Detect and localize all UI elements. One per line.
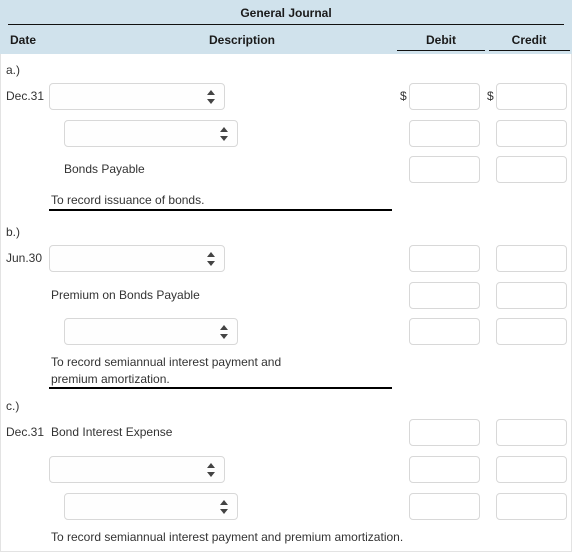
column-header-credit: Credit [511, 33, 547, 47]
credit-input[interactable] [496, 83, 567, 110]
page-title: General Journal [240, 6, 332, 20]
account-name: Bonds Payable [64, 162, 145, 176]
credit-input[interactable] [496, 245, 567, 272]
account-select[interactable] [64, 318, 238, 345]
credit-input[interactable] [496, 493, 567, 520]
account-select[interactable] [64, 120, 238, 147]
account-name: Bond Interest Expense [51, 425, 173, 439]
debit-input[interactable] [409, 156, 480, 183]
account-select[interactable] [64, 493, 238, 520]
chevron-updown-icon [207, 251, 216, 266]
entry-memo: To record issuance of bonds. [51, 193, 205, 207]
general-journal-table: General Journal Date Description Debit C… [0, 0, 572, 552]
account-select[interactable] [49, 456, 225, 483]
entry-date: Jun.30 [6, 251, 43, 265]
chevron-updown-icon [207, 89, 216, 104]
entry-date: Dec.31 [6, 425, 45, 439]
account-name: Premium on Bonds Payable [51, 288, 200, 302]
column-header-debit: Debit [426, 33, 456, 47]
debit-input[interactable] [409, 318, 480, 345]
credit-input[interactable] [496, 120, 567, 147]
chevron-updown-icon [220, 126, 229, 141]
credit-input[interactable] [496, 419, 567, 446]
chevron-updown-icon [220, 499, 229, 514]
debit-currency-symbol: $ [400, 89, 407, 103]
entry-group-label-a: a.) [6, 63, 21, 77]
chevron-updown-icon [207, 462, 216, 477]
entry-memo: To record semiannual interest payment an… [51, 355, 282, 386]
debit-input[interactable] [409, 83, 480, 110]
entry-separator [49, 387, 392, 389]
debit-input[interactable] [409, 120, 480, 147]
credit-header-underline [489, 50, 570, 51]
credit-currency-symbol: $ [487, 89, 494, 103]
entry-memo: To record semiannual interest payment an… [51, 530, 404, 544]
debit-input[interactable] [409, 282, 480, 309]
debit-input[interactable] [409, 456, 480, 483]
debit-header-underline [397, 50, 485, 51]
credit-input[interactable] [496, 156, 567, 183]
title-divider [8, 24, 564, 25]
entry-date: Dec.31 [6, 89, 45, 103]
account-select[interactable] [49, 245, 225, 272]
column-header-description: Description [208, 33, 275, 47]
column-header-date: Date [10, 33, 37, 47]
credit-input[interactable] [496, 318, 567, 345]
credit-input[interactable] [496, 456, 567, 483]
chevron-updown-icon [220, 324, 229, 339]
debit-input[interactable] [409, 493, 480, 520]
entry-group-label-b: b.) [6, 225, 21, 239]
journal-header: General Journal Date Description Debit C… [0, 0, 572, 54]
debit-input[interactable] [409, 245, 480, 272]
credit-input[interactable] [496, 282, 567, 309]
account-select[interactable] [49, 83, 225, 110]
entry-separator [49, 209, 392, 211]
debit-input[interactable] [409, 419, 480, 446]
entry-group-label-c: c.) [6, 399, 20, 413]
journal-body: a.) Dec.31 $ $ Bonds Payable To record issuan… [0, 54, 572, 552]
